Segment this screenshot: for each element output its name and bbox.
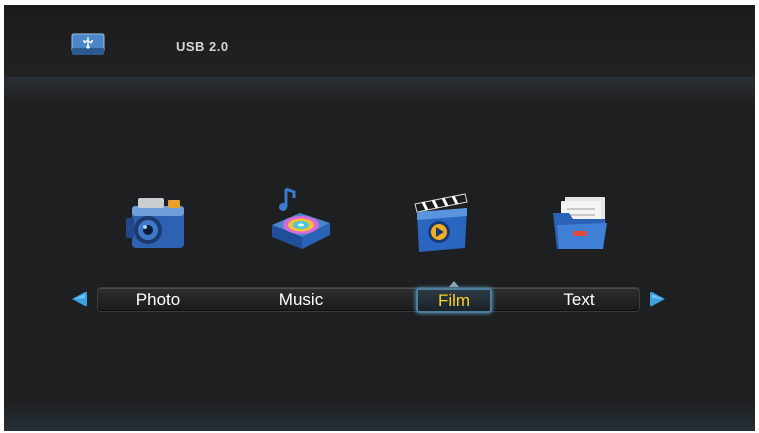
bottom-glow [4, 401, 755, 431]
menu-item-text[interactable]: Text [529, 288, 629, 311]
menu-item-photo[interactable]: Photo [108, 288, 208, 311]
menu-item-music[interactable]: Music [251, 288, 351, 311]
header-bar [4, 5, 755, 77]
selection-pointer [449, 281, 459, 287]
arrow-left-icon[interactable] [70, 291, 88, 307]
usb-drive-icon [71, 33, 105, 55]
menu-item-film[interactable]: Film [416, 288, 492, 313]
clapperboard-icon[interactable] [409, 188, 473, 254]
music-disc-icon[interactable] [264, 185, 336, 251]
document-folder-icon[interactable] [547, 193, 611, 255]
device-label: USB 2.0 [176, 39, 229, 54]
camera-icon[interactable] [124, 192, 188, 254]
media-player-screen: USB 2.0 Photo Music Film Text [4, 5, 755, 431]
arrow-right-icon[interactable] [649, 291, 667, 307]
header-divider [4, 77, 755, 107]
